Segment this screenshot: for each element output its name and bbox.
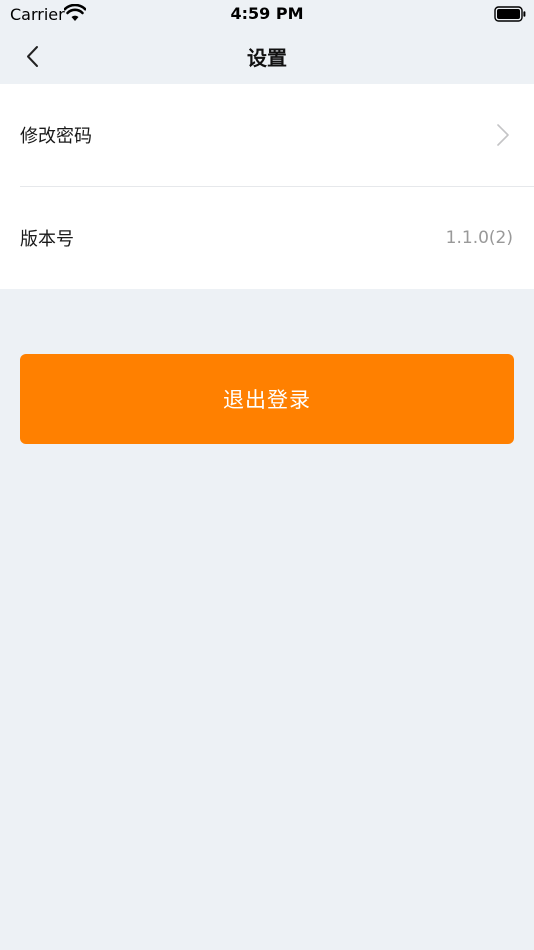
- version-value: 1.1.0(2): [445, 228, 513, 248]
- settings-item-change-password[interactable]: 修改密码: [0, 84, 534, 187]
- logout-button[interactable]: 退出登录: [20, 354, 514, 444]
- status-time: 4:59 PM: [230, 4, 304, 23]
- battery-icon: [494, 6, 526, 22]
- page-title: 设置: [247, 46, 287, 70]
- chevron-right-icon: [497, 124, 509, 146]
- settings-list: 修改密码 版本号 1.1.0(2): [0, 84, 534, 289]
- settings-item-version: 版本号 1.1.0(2): [0, 187, 534, 289]
- settings-item-label: 版本号: [20, 229, 74, 250]
- settings-item-label: 修改密码: [20, 126, 92, 147]
- status-bar: Carrier 4:59 PM: [0, 0, 534, 30]
- navigation-bar: 设置: [0, 30, 534, 84]
